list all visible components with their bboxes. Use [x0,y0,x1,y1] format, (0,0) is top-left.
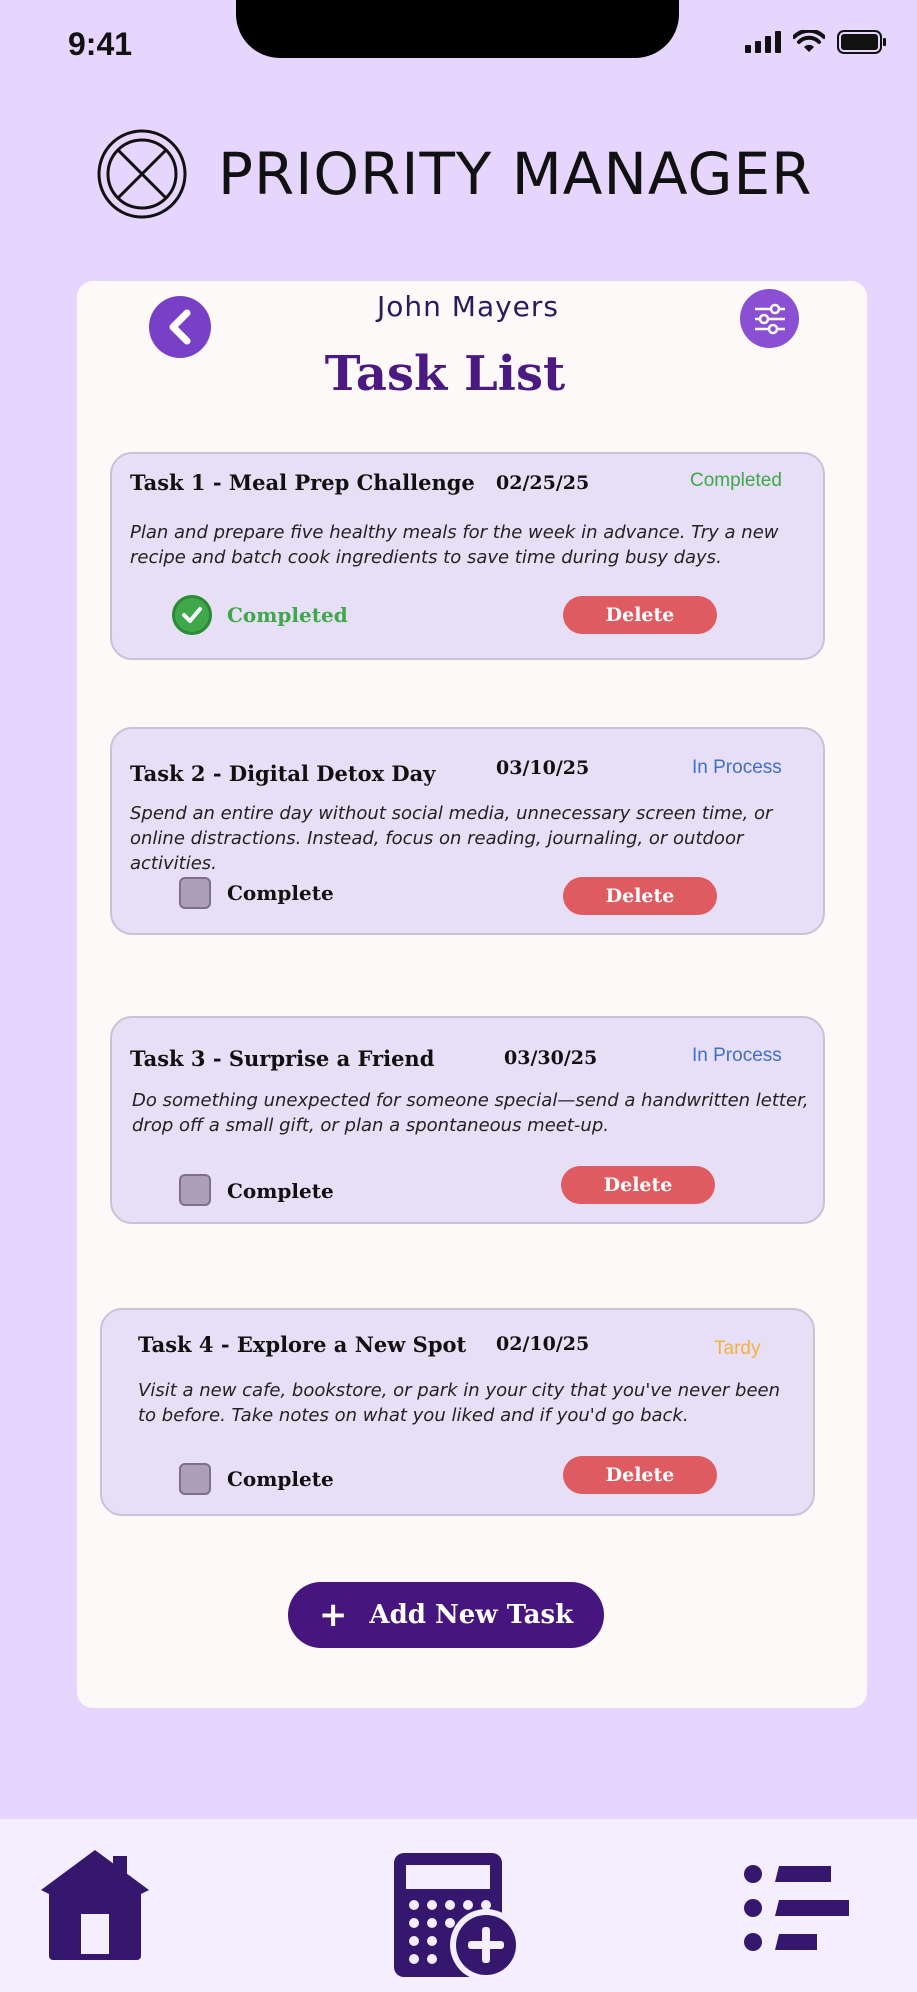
complete-checkbox[interactable] [179,1174,211,1206]
device-notch [236,0,679,58]
task-date: 02/25/25 [496,472,590,494]
app-title: PRIORITY MANAGER [218,140,813,208]
sliders-icon [754,303,785,334]
page-title: Task List [324,346,566,402]
completed-check[interactable] [172,595,212,635]
filter-button[interactable] [740,289,799,348]
task-status: In Process [692,757,782,778]
add-new-task-label: Add New Task [369,1600,574,1630]
calendar-add-icon [394,1853,522,1981]
plus-icon: + [318,1595,348,1635]
circle-x-logo [97,129,187,219]
task-status: Tardy [714,1338,761,1359]
complete-label: Complete [227,1179,334,1203]
task-date: 02/10/25 [496,1333,590,1355]
complete-checkbox[interactable] [179,877,211,909]
checkmark-icon [182,607,202,623]
task-status: In Process [692,1045,782,1066]
nav-list[interactable] [742,1863,852,1953]
delete-button[interactable]: Delete [563,1456,717,1494]
task-description: Visit a new cafe, bookstore, or park in … [138,1380,781,1426]
delete-button[interactable]: Delete [563,596,717,634]
complete-label: Complete [227,1467,334,1491]
back-button[interactable] [149,296,211,358]
task-description: Plan and prepare five healthy meals for … [130,522,779,568]
task-date: 03/10/25 [496,757,590,779]
status-time: 9:41 [68,26,133,62]
app-header: PRIORITY MANAGER [96,128,812,220]
signal-icon [745,31,781,53]
delete-button[interactable]: Delete [561,1166,715,1204]
nav-calendar-add[interactable] [394,1853,522,1981]
task-date: 03/30/25 [504,1047,598,1069]
chevron-left-icon [169,309,191,345]
completed-label: Completed [227,603,348,627]
home-icon [41,1850,149,1960]
delete-button[interactable]: Delete [563,877,717,915]
task-status: Completed [690,470,782,491]
complete-checkbox[interactable] [179,1463,211,1495]
user-name: John Mayers [377,290,559,323]
task-title: Task 3 - Surprise a Friend [130,1046,435,1071]
battery-icon [837,30,886,54]
complete-label: Complete [227,881,334,905]
task-title: Task 1 - Meal Prep Challenge [130,470,475,495]
list-icon [744,1865,849,1951]
task-description: Do something unexpected for someone spec… [132,1090,809,1136]
add-new-task-button[interactable]: + Add New Task [288,1582,604,1648]
nav-home[interactable] [40,1849,150,1961]
status-icons [745,30,887,54]
task-title: Task 2 - Digital Detox Day [130,761,436,786]
task-title: Task 4 - Explore a New Spot [138,1332,467,1357]
wifi-icon [793,30,825,52]
bottom-nav [0,1819,917,1992]
task-description: Spend an entire day without social media… [130,803,773,874]
